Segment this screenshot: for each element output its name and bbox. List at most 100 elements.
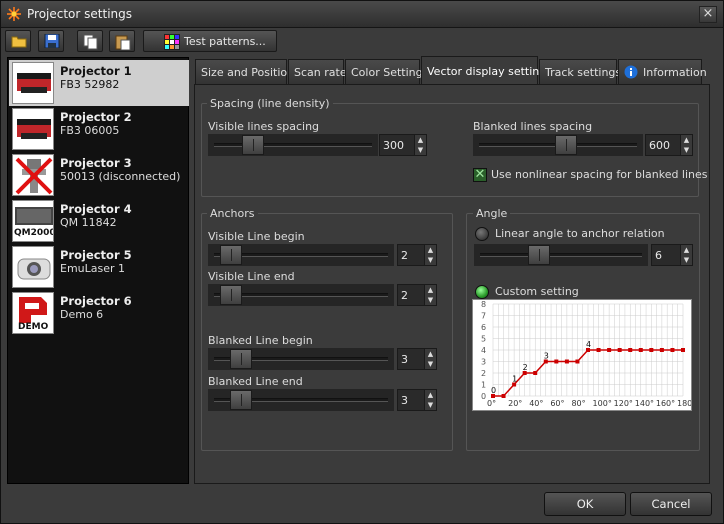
x-tick-label: 0° xyxy=(487,399,496,408)
slider-handle[interactable] xyxy=(528,245,550,265)
slider-handle[interactable] xyxy=(220,285,242,305)
data-point xyxy=(681,348,685,352)
y-tick-label: 0 xyxy=(481,392,486,401)
linear-angle-label: Linear angle to anchor relation xyxy=(495,227,665,240)
qm2000-thumb-text: QM2000 xyxy=(14,228,54,238)
blanked-line-end-slider[interactable] xyxy=(208,389,394,411)
blanked-lines-spacing-slider[interactable] xyxy=(473,134,643,156)
visible-lines-spacing-slider[interactable] xyxy=(208,134,378,156)
open-folder-icon xyxy=(11,36,27,48)
paste-icon xyxy=(115,35,131,50)
visible-line-begin-slider[interactable] xyxy=(208,244,394,266)
tab-scan-rate[interactable]: Scan rate xyxy=(288,59,347,84)
test-patterns-button[interactable]: Test patterns... xyxy=(143,30,277,52)
y-tick-label: 2 xyxy=(481,369,486,378)
data-point xyxy=(554,359,559,364)
emulaser-device-icon xyxy=(12,246,54,288)
visible-lines-spacing-spinner[interactable]: 300 ▲ ▼ xyxy=(379,134,427,156)
x-tick-label: 40° xyxy=(529,399,543,408)
angle-anchor-graph[interactable]: 0 1 2 3 4 5 6 7 8 0° 20° 40° 60° 80° 100° 120° 140° 160° 1… xyxy=(472,299,696,411)
data-point xyxy=(596,348,601,352)
title-bar: Projector settings × xyxy=(1,1,723,28)
custom-setting-label: Custom setting xyxy=(495,285,579,298)
projector-item-5[interactable]: Projector 5 EmuLaser 1 xyxy=(9,244,189,290)
spinner-value: 6 xyxy=(655,249,662,262)
spinner-arrows[interactable]: ▲ ▼ xyxy=(680,135,692,155)
demo-thumb-text: DEMO xyxy=(18,322,49,332)
x-tick-label: 20° xyxy=(508,399,522,408)
angle-anchor-chart[interactable]: 0123456780° 20° 40° 60° 80° 100° 120° 140° 160° 1… xyxy=(473,300,696,410)
paste-button[interactable] xyxy=(109,30,135,52)
projector-name: Projector 4 xyxy=(60,202,132,216)
ok-button[interactable]: OK xyxy=(544,492,626,516)
x-tick-label: 80° xyxy=(571,399,585,408)
slider-handle[interactable] xyxy=(555,135,577,155)
blanked-lines-spacing-label: Blanked lines spacing xyxy=(473,120,593,133)
visible-line-begin-label: Visible Line begin xyxy=(208,230,305,243)
projector-item-4[interactable]: QM2000 Projector 4 QM 11842 xyxy=(9,198,189,244)
blanked-line-end-spinner[interactable]: 3 ▲ ▼ xyxy=(397,389,437,411)
tab-color-settings[interactable]: Color Settings xyxy=(345,59,428,84)
cancel-button[interactable]: Cancel xyxy=(630,492,712,516)
visible-line-end-slider[interactable] xyxy=(208,284,394,306)
data-point xyxy=(670,348,675,352)
tab-vector-display-settings[interactable]: Vector display settings xyxy=(421,56,552,84)
y-tick-label: 4 xyxy=(481,346,486,355)
spinner-arrows[interactable]: ▲ ▼ xyxy=(680,245,692,265)
y-tick-label: 7 xyxy=(481,312,486,321)
close-button[interactable]: × xyxy=(699,6,717,23)
linear-angle-slider[interactable] xyxy=(474,244,648,266)
projector-device-icon xyxy=(12,108,54,150)
nonlinear-spacing-checkbox[interactable]: ✕ xyxy=(473,168,487,182)
x-tick-label: 100° xyxy=(593,399,612,408)
slider-handle[interactable] xyxy=(230,390,252,410)
blanked-lines-spacing-spinner[interactable]: 600 ▲ ▼ xyxy=(645,134,693,156)
spinner-arrows[interactable]: ▲ ▼ xyxy=(424,349,436,369)
spinner-value: 2 xyxy=(401,249,408,262)
projector-item-3[interactable]: Projector 3 50013 (disconnected) xyxy=(9,152,189,198)
test-patterns-label: Test patterns... xyxy=(184,35,266,48)
window-title: Projector settings xyxy=(27,7,132,21)
spinner-arrows[interactable]: ▲ ▼ xyxy=(424,390,436,410)
linear-angle-radio[interactable] xyxy=(475,227,489,241)
data-label: 0 xyxy=(491,386,496,395)
info-icon xyxy=(624,65,638,79)
blanked-line-begin-spinner[interactable]: 3 ▲ ▼ xyxy=(397,348,437,370)
tab-information[interactable]: Information xyxy=(618,59,707,84)
projector-item-1[interactable]: Projector 1 FB3 52982 xyxy=(9,60,189,106)
blanked-line-begin-label: Blanked Line begin xyxy=(208,334,313,347)
data-point xyxy=(628,348,633,352)
spacing-group-label: Spacing (line density) xyxy=(207,97,333,110)
visible-lines-spacing-label: Visible lines spacing xyxy=(208,120,320,133)
projector-item-6[interactable]: DEMO Projector 6 Demo 6 xyxy=(9,290,189,336)
visible-line-begin-spinner[interactable]: 2 ▲ ▼ xyxy=(397,244,437,266)
save-button[interactable] xyxy=(38,30,64,52)
projector-item-2[interactable]: Projector 2 FB3 06005 xyxy=(9,106,189,152)
spinner-arrows[interactable]: ▲ ▼ xyxy=(424,285,436,305)
data-label: 4 xyxy=(586,340,591,349)
tab-size-and-position[interactable]: Size and Position xyxy=(195,59,294,84)
data-point xyxy=(575,359,580,364)
slider-handle[interactable] xyxy=(242,135,264,155)
tab-track-settings[interactable]: Track settings xyxy=(539,59,621,84)
projector-name: Projector 1 xyxy=(60,64,132,78)
visible-line-end-spinner[interactable]: 2 ▲ ▼ xyxy=(397,284,437,306)
blanked-line-begin-slider[interactable] xyxy=(208,348,394,370)
visible-line-end-label: Visible Line end xyxy=(208,270,295,283)
slider-handle[interactable] xyxy=(220,245,242,265)
save-icon xyxy=(44,34,60,48)
projector-serial: EmuLaser 1 xyxy=(60,262,126,275)
projector-serial: FB3 06005 xyxy=(60,124,120,137)
open-button[interactable] xyxy=(5,30,31,52)
projector-serial: Demo 6 xyxy=(60,308,104,321)
data-point xyxy=(501,394,506,398)
anchors-group-label: Anchors xyxy=(207,207,258,220)
y-tick-label: 5 xyxy=(481,335,486,344)
copy-button[interactable] xyxy=(77,30,103,52)
slider-handle[interactable] xyxy=(230,349,252,369)
linear-angle-spinner[interactable]: 6 ▲ ▼ xyxy=(651,244,693,266)
data-point xyxy=(533,371,538,375)
spinner-arrows[interactable]: ▲ ▼ xyxy=(424,245,436,265)
custom-setting-radio[interactable] xyxy=(475,285,489,299)
spinner-arrows[interactable]: ▲ ▼ xyxy=(414,135,426,155)
